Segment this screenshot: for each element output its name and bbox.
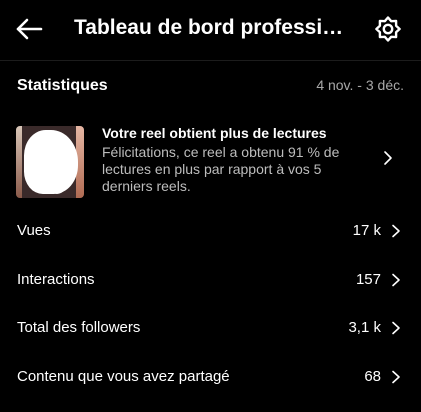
metric-row-shared-content[interactable]: Contenu que vous avez partagé 68 <box>0 360 421 394</box>
gear-icon <box>375 16 401 42</box>
chevron-right-icon <box>384 151 392 165</box>
reel-thumbnail <box>16 126 84 198</box>
date-range: 4 nov. - 3 déc. <box>316 77 404 93</box>
reel-insight-card[interactable]: Votre reel obtient plus de lectures Féli… <box>0 116 421 202</box>
metric-row-views[interactable]: Vues 17 k <box>0 214 421 248</box>
metric-value: 157 <box>355 271 381 288</box>
settings-button[interactable] <box>372 13 404 45</box>
back-button[interactable] <box>12 12 46 46</box>
chevron-right-icon <box>392 273 400 287</box>
metric-row-followers[interactable]: Total des followers 3,1 k <box>0 311 421 345</box>
metric-label: Vues <box>17 222 51 239</box>
section-title: Statistiques <box>17 77 108 94</box>
metric-label: Total des followers <box>17 319 141 336</box>
insight-title: Votre reel obtient plus de lectures <box>102 125 327 141</box>
arrow-left-icon <box>16 18 43 40</box>
chevron-right-icon <box>392 321 400 335</box>
metric-value: 68 <box>364 368 381 385</box>
metric-value: 17 k <box>352 222 381 239</box>
insight-description: Félicitations, ce reel a obtenu 91 % de … <box>102 144 340 194</box>
metric-value: 3,1 k <box>348 319 381 336</box>
top-bar: Tableau de bord professionnel <box>0 0 421 58</box>
metric-row-interactions[interactable]: Interactions 157 <box>0 263 421 297</box>
chevron-right-icon <box>392 224 400 238</box>
metric-label: Contenu que vous avez partagé <box>17 368 230 385</box>
page-title: Tableau de bord professionnel <box>74 16 346 39</box>
metric-label: Interactions <box>17 271 95 288</box>
header-divider <box>0 60 421 61</box>
chevron-right-icon <box>392 370 400 384</box>
